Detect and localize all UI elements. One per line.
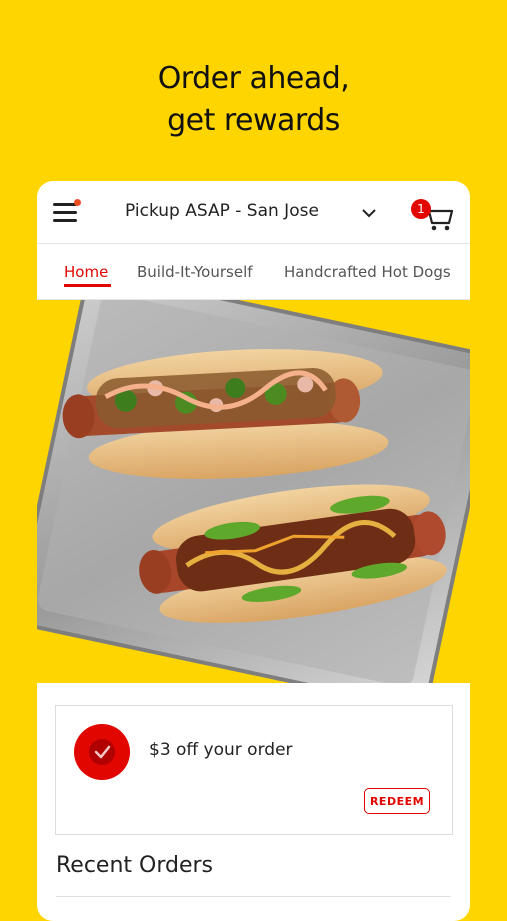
top-bar: Pickup ASAP - San Jose 1 — [37, 181, 470, 244]
hero-image — [37, 300, 470, 683]
promo-headline-line1: Order ahead, — [157, 61, 350, 96]
tab-handcrafted-hot-dogs[interactable]: Handcrafted Hot Dogs — [284, 263, 451, 281]
app-screen: Pickup ASAP - San Jose 1 Home Build-It-Y… — [37, 181, 470, 921]
tab-build-it-yourself[interactable]: Build-It-Yourself — [137, 263, 253, 281]
tab-home[interactable]: Home — [64, 263, 108, 281]
cart-button[interactable]: 1 — [409, 199, 455, 233]
recent-orders-divider — [56, 896, 451, 897]
pickup-location-selector[interactable]: Pickup ASAP - San Jose — [125, 201, 319, 225]
redeem-button[interactable]: REDEEM — [364, 788, 430, 814]
reward-description: $3 off your order — [149, 740, 293, 760]
hamburger-menu-icon[interactable] — [53, 199, 81, 225]
reward-offer-card: $3 off your order REDEEM — [55, 705, 453, 835]
promo-headline-line2: get rewards — [167, 103, 340, 138]
active-tab-underline — [64, 284, 111, 287]
check-circle-icon — [74, 724, 130, 780]
category-tabs: Home Build-It-Yourself Handcrafted Hot D… — [37, 244, 470, 300]
hot-dogs-tray-image — [37, 300, 470, 683]
chevron-down-icon[interactable] — [361, 207, 377, 219]
cart-count-badge: 1 — [411, 199, 431, 219]
promo-headline: Order ahead, get rewards — [0, 58, 507, 142]
notification-dot — [74, 199, 81, 206]
recent-orders-title: Recent Orders — [56, 853, 214, 878]
